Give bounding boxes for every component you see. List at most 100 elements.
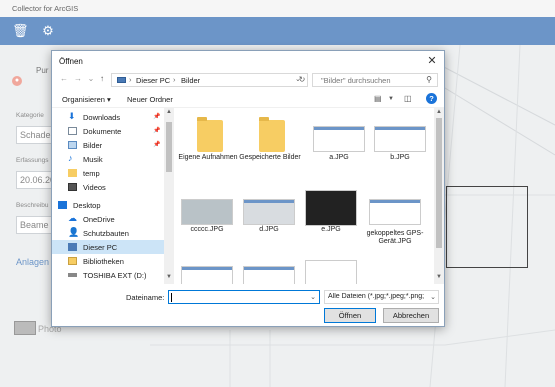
up-arrow-icon[interactable]: ↑ <box>97 74 107 83</box>
nav-item-label: Bilder <box>83 141 103 150</box>
refresh-icon[interactable]: ↻ <box>297 75 307 84</box>
scroll-down-icon[interactable]: ▼ <box>166 274 172 280</box>
attachment-thumbnail[interactable] <box>14 321 36 335</box>
file-label: d.JPG <box>259 226 279 233</box>
nav-scroll-thumb[interactable] <box>166 122 172 172</box>
file-list: Eigene Aufnahmen Gespeicherte Bilder a.J… <box>176 108 434 284</box>
breadcrumb-dieser-pc[interactable]: Dieser PC <box>136 76 170 85</box>
nav-item-temp[interactable]: temp <box>52 166 164 180</box>
address-bar[interactable]: › Dieser PC › Bilder ⌄ <box>111 73 308 87</box>
file-item[interactable] <box>238 258 300 284</box>
preview-pane-icon[interactable]: ◫ <box>404 94 412 103</box>
pin-icon[interactable]: 📌 <box>153 127 160 134</box>
forward-arrow-icon[interactable]: → <box>73 74 83 83</box>
file-item[interactable] <box>300 258 362 284</box>
nav-item-label: Desktop <box>73 201 101 210</box>
cloud-icon: ☁ <box>68 213 77 223</box>
view-dropdown-icon[interactable]: ▼ <box>388 96 394 102</box>
view-options: ▤ ▼ ◫ ? <box>374 93 438 106</box>
file-label: e.JPG <box>321 226 341 233</box>
file-item-b-jpg[interactable]: b.JPG <box>369 112 431 172</box>
nav-item-label: Dieser PC <box>83 243 118 252</box>
search-icon: ⚲ <box>426 75 432 84</box>
nav-item-label: Downloads <box>83 113 121 122</box>
attachments-heading: Anlagen <box>16 257 50 267</box>
scroll-up-icon[interactable]: ▲ <box>436 109 442 115</box>
search-placeholder: "Bilder" durchsuchen <box>321 76 391 85</box>
filename-dropdown-icon[interactable]: ⌄ <box>310 293 316 301</box>
filename-input[interactable]: ⌄ <box>168 290 320 304</box>
map-feature-outline[interactable] <box>446 186 528 268</box>
nav-item-schutzbauten[interactable]: 👤 Schutzbauten <box>52 226 164 240</box>
file-item-d-jpg[interactable]: d.JPG <box>238 184 300 244</box>
image-thumbnail <box>305 260 357 284</box>
search-input[interactable]: "Bilder" durchsuchen ⚲ <box>312 73 438 87</box>
scroll-up-icon[interactable]: ▲ <box>166 109 172 115</box>
nav-item-desktop[interactable]: Desktop <box>52 198 154 212</box>
help-icon[interactable]: ? <box>426 93 437 104</box>
open-file-dialog: Öffnen ✕ ← → ⌄ ↑ › Dieser PC › Bilder ⌄ … <box>51 50 445 327</box>
navigation-pane: ⬇ Downloads 📌 Dokumente 📌 Bilder 📌 ♪ Mus… <box>52 108 174 284</box>
image-thumbnail <box>181 266 233 284</box>
nav-item-label: TOSHIBA EXT (D:) <box>83 271 147 280</box>
image-thumbnail <box>313 126 365 152</box>
nav-item-label: Musik <box>83 155 103 164</box>
nav-item-label: temp <box>83 169 100 178</box>
document-icon <box>68 127 77 135</box>
close-icon[interactable]: ✕ <box>426 54 438 67</box>
nav-item-bilder[interactable]: Bilder 📌 <box>52 138 164 152</box>
file-label: a.JPG <box>329 154 349 161</box>
file-item[interactable] <box>176 258 238 284</box>
app-titlebar: Collector for ArcGIS <box>0 0 555 17</box>
filetype-value: Alle Dateien (*.jpg;*.jpeg;*.png; <box>328 293 425 300</box>
file-item-eigene-aufnahmen[interactable]: Eigene Aufnahmen <box>177 112 239 172</box>
cancel-button[interactable]: Abbrechen <box>383 308 439 323</box>
filetype-select[interactable]: Alle Dateien (*.jpg;*.jpeg;*.png; ⌄ <box>324 290 439 304</box>
recent-dropdown-icon[interactable]: ⌄ <box>86 74 96 83</box>
file-item-a-jpg[interactable]: a.JPG <box>308 112 370 172</box>
pin-icon[interactable]: 📌 <box>153 113 160 120</box>
image-thumbnail <box>243 266 295 284</box>
pictures-icon <box>68 141 77 149</box>
filename-label: Dateiname: <box>126 293 165 302</box>
file-label: Eigene Aufnahmen <box>178 154 238 161</box>
nav-item-toshiba-ext[interactable]: TOSHIBA EXT (D:) <box>52 268 164 282</box>
back-arrow-icon[interactable]: ← <box>59 74 69 83</box>
nav-item-onedrive[interactable]: ☁ OneDrive <box>52 212 164 226</box>
nav-item-downloads[interactable]: ⬇ Downloads 📌 <box>52 110 164 124</box>
filetype-dropdown-icon: ⌄ <box>430 294 436 301</box>
gear-icon[interactable]: ⚙ <box>40 23 56 39</box>
field-label-beschreibung: Beschreibu <box>16 202 49 209</box>
nav-item-bibliotheken[interactable]: Bibliotheken <box>52 254 164 268</box>
text-caret <box>171 293 172 302</box>
nav-item-label: Bibliotheken <box>83 257 124 266</box>
nav-item-musik[interactable]: ♪ Musik <box>52 152 164 166</box>
file-label: gekoppeltes GPS-Gerät.JPG <box>366 230 424 245</box>
computer-icon <box>68 243 77 251</box>
download-icon: ⬇ <box>68 111 76 121</box>
computer-icon <box>117 77 126 83</box>
pin-icon[interactable]: 📌 <box>153 141 160 148</box>
location-pin-icon: ● <box>12 76 22 86</box>
nav-item-videos[interactable]: Videos <box>52 180 164 194</box>
open-button[interactable]: Öffnen <box>324 308 376 323</box>
file-scroll-thumb[interactable] <box>436 118 442 248</box>
video-icon <box>68 183 77 191</box>
organize-button[interactable]: Organisieren ▾ <box>62 95 111 104</box>
nav-scrollbar[interactable]: ▲ ▼ <box>164 108 174 284</box>
new-folder-button[interactable]: Neuer Ordner <box>127 95 173 104</box>
file-item-gespeicherte-bilder[interactable]: Gespeicherte Bilder <box>239 112 301 172</box>
folder-icon <box>259 117 285 152</box>
image-thumbnail <box>181 199 233 225</box>
file-list-scrollbar[interactable]: ▲ ▼ <box>434 108 444 284</box>
music-icon: ♪ <box>68 153 73 163</box>
breadcrumb-bilder[interactable]: Bilder <box>181 76 200 85</box>
file-item-e-jpg[interactable]: e.JPG <box>300 184 362 244</box>
trash-icon[interactable]: 🗑 <box>12 23 29 39</box>
file-item-gekoppeltes-gps[interactable]: gekoppeltes GPS-Gerät.JPG <box>364 184 426 245</box>
change-view-icon[interactable]: ▤ <box>374 94 382 103</box>
scroll-down-icon[interactable]: ▼ <box>436 274 442 280</box>
nav-item-dieser-pc[interactable]: Dieser PC <box>52 240 164 254</box>
file-item-ccccc-jpg[interactable]: ccccc.JPG <box>176 184 238 244</box>
nav-item-dokumente[interactable]: Dokumente 📌 <box>52 124 164 138</box>
